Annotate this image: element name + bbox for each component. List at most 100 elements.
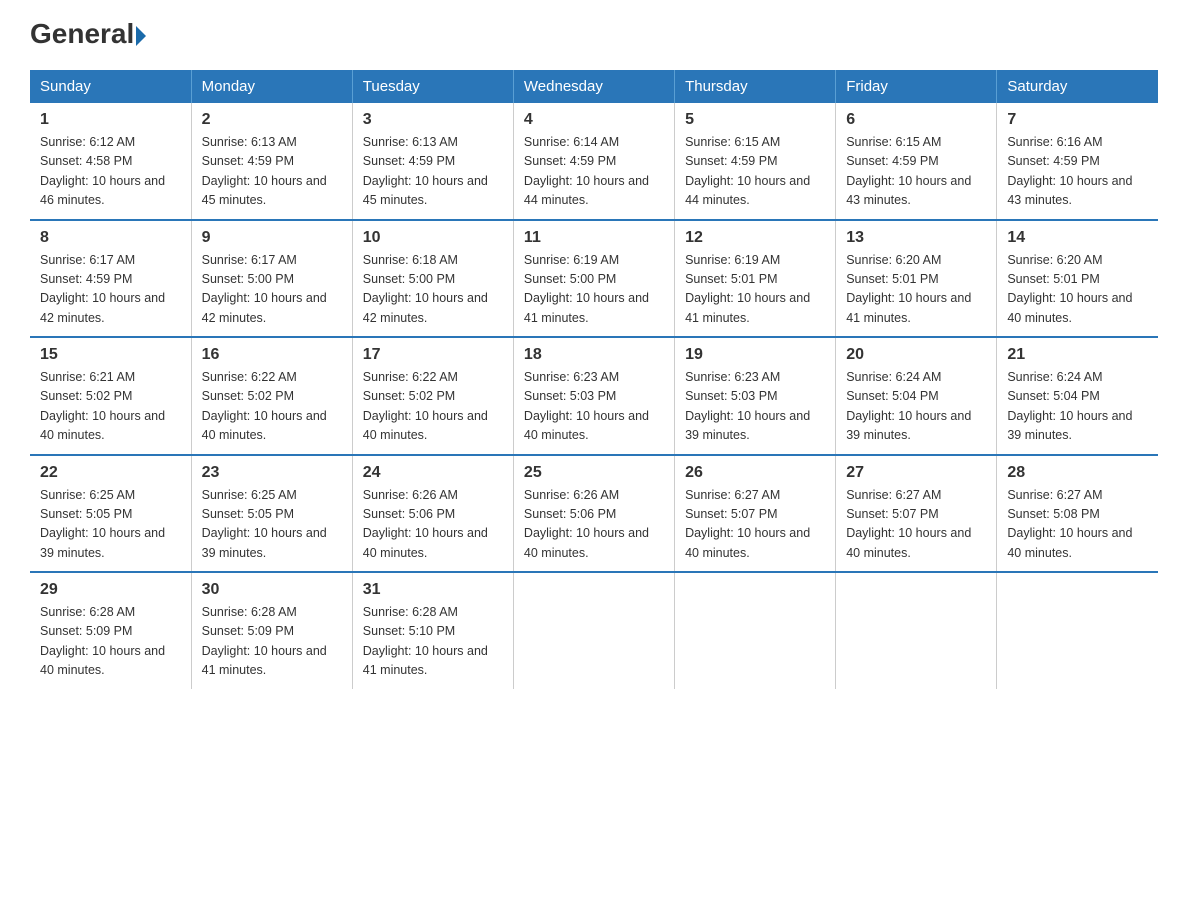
day-number: 21 [1007, 346, 1148, 364]
calendar-cell: 25 Sunrise: 6:26 AMSunset: 5:06 PMDaylig… [513, 455, 674, 573]
day-number: 16 [202, 346, 342, 364]
day-number: 5 [685, 111, 825, 129]
day-number: 24 [363, 464, 503, 482]
day-info: Sunrise: 6:14 AMSunset: 4:59 PMDaylight:… [524, 135, 649, 207]
calendar-cell: 15 Sunrise: 6:21 AMSunset: 5:02 PMDaylig… [30, 337, 191, 455]
day-info: Sunrise: 6:20 AMSunset: 5:01 PMDaylight:… [1007, 253, 1132, 325]
weekday-header-tuesday: Tuesday [352, 70, 513, 103]
day-info: Sunrise: 6:23 AMSunset: 5:03 PMDaylight:… [685, 370, 810, 442]
day-info: Sunrise: 6:17 AMSunset: 4:59 PMDaylight:… [40, 253, 165, 325]
calendar-cell: 30 Sunrise: 6:28 AMSunset: 5:09 PMDaylig… [191, 572, 352, 689]
day-number: 18 [524, 346, 664, 364]
calendar-cell: 29 Sunrise: 6:28 AMSunset: 5:09 PMDaylig… [30, 572, 191, 689]
day-number: 11 [524, 229, 664, 247]
weekday-header-row: SundayMondayTuesdayWednesdayThursdayFrid… [30, 70, 1158, 103]
calendar-week-row: 8 Sunrise: 6:17 AMSunset: 4:59 PMDayligh… [30, 220, 1158, 338]
calendar-cell [836, 572, 997, 689]
calendar-cell: 23 Sunrise: 6:25 AMSunset: 5:05 PMDaylig… [191, 455, 352, 573]
weekday-header-friday: Friday [836, 70, 997, 103]
day-info: Sunrise: 6:20 AMSunset: 5:01 PMDaylight:… [846, 253, 971, 325]
day-number: 29 [40, 581, 181, 599]
day-info: Sunrise: 6:13 AMSunset: 4:59 PMDaylight:… [363, 135, 488, 207]
day-number: 12 [685, 229, 825, 247]
day-info: Sunrise: 6:19 AMSunset: 5:00 PMDaylight:… [524, 253, 649, 325]
day-number: 26 [685, 464, 825, 482]
calendar-week-row: 15 Sunrise: 6:21 AMSunset: 5:02 PMDaylig… [30, 337, 1158, 455]
weekday-header-saturday: Saturday [997, 70, 1158, 103]
calendar-cell: 10 Sunrise: 6:18 AMSunset: 5:00 PMDaylig… [352, 220, 513, 338]
day-number: 20 [846, 346, 986, 364]
logo-general: General [30, 20, 146, 48]
day-info: Sunrise: 6:25 AMSunset: 5:05 PMDaylight:… [40, 488, 165, 560]
day-number: 8 [40, 229, 181, 247]
day-info: Sunrise: 6:15 AMSunset: 4:59 PMDaylight:… [846, 135, 971, 207]
calendar-cell: 13 Sunrise: 6:20 AMSunset: 5:01 PMDaylig… [836, 220, 997, 338]
calendar-cell: 12 Sunrise: 6:19 AMSunset: 5:01 PMDaylig… [675, 220, 836, 338]
day-number: 13 [846, 229, 986, 247]
weekday-header-monday: Monday [191, 70, 352, 103]
calendar-cell: 5 Sunrise: 6:15 AMSunset: 4:59 PMDayligh… [675, 103, 836, 220]
weekday-header-thursday: Thursday [675, 70, 836, 103]
calendar-cell [675, 572, 836, 689]
calendar-cell: 4 Sunrise: 6:14 AMSunset: 4:59 PMDayligh… [513, 103, 674, 220]
calendar-cell: 8 Sunrise: 6:17 AMSunset: 4:59 PMDayligh… [30, 220, 191, 338]
day-number: 4 [524, 111, 664, 129]
day-info: Sunrise: 6:24 AMSunset: 5:04 PMDaylight:… [846, 370, 971, 442]
day-info: Sunrise: 6:27 AMSunset: 5:07 PMDaylight:… [846, 488, 971, 560]
calendar-cell: 7 Sunrise: 6:16 AMSunset: 4:59 PMDayligh… [997, 103, 1158, 220]
day-info: Sunrise: 6:22 AMSunset: 5:02 PMDaylight:… [202, 370, 327, 442]
day-info: Sunrise: 6:13 AMSunset: 4:59 PMDaylight:… [202, 135, 327, 207]
calendar-cell: 27 Sunrise: 6:27 AMSunset: 5:07 PMDaylig… [836, 455, 997, 573]
day-number: 25 [524, 464, 664, 482]
day-info: Sunrise: 6:16 AMSunset: 4:59 PMDaylight:… [1007, 135, 1132, 207]
day-number: 30 [202, 581, 342, 599]
calendar-week-row: 29 Sunrise: 6:28 AMSunset: 5:09 PMDaylig… [30, 572, 1158, 689]
day-info: Sunrise: 6:25 AMSunset: 5:05 PMDaylight:… [202, 488, 327, 560]
calendar-cell: 26 Sunrise: 6:27 AMSunset: 5:07 PMDaylig… [675, 455, 836, 573]
calendar-cell: 31 Sunrise: 6:28 AMSunset: 5:10 PMDaylig… [352, 572, 513, 689]
day-number: 7 [1007, 111, 1148, 129]
day-number: 15 [40, 346, 181, 364]
day-number: 3 [363, 111, 503, 129]
day-info: Sunrise: 6:17 AMSunset: 5:00 PMDaylight:… [202, 253, 327, 325]
calendar-cell: 9 Sunrise: 6:17 AMSunset: 5:00 PMDayligh… [191, 220, 352, 338]
weekday-header-wednesday: Wednesday [513, 70, 674, 103]
day-number: 31 [363, 581, 503, 599]
calendar-cell: 21 Sunrise: 6:24 AMSunset: 5:04 PMDaylig… [997, 337, 1158, 455]
calendar-table: SundayMondayTuesdayWednesdayThursdayFrid… [30, 70, 1158, 689]
calendar-cell: 19 Sunrise: 6:23 AMSunset: 5:03 PMDaylig… [675, 337, 836, 455]
day-number: 2 [202, 111, 342, 129]
day-info: Sunrise: 6:15 AMSunset: 4:59 PMDaylight:… [685, 135, 810, 207]
logo: General [30, 20, 146, 50]
calendar-week-row: 1 Sunrise: 6:12 AMSunset: 4:58 PMDayligh… [30, 103, 1158, 220]
day-number: 9 [202, 229, 342, 247]
day-info: Sunrise: 6:23 AMSunset: 5:03 PMDaylight:… [524, 370, 649, 442]
day-number: 22 [40, 464, 181, 482]
day-info: Sunrise: 6:27 AMSunset: 5:08 PMDaylight:… [1007, 488, 1132, 560]
day-info: Sunrise: 6:28 AMSunset: 5:09 PMDaylight:… [40, 605, 165, 677]
day-info: Sunrise: 6:26 AMSunset: 5:06 PMDaylight:… [524, 488, 649, 560]
weekday-header-sunday: Sunday [30, 70, 191, 103]
calendar-cell: 20 Sunrise: 6:24 AMSunset: 5:04 PMDaylig… [836, 337, 997, 455]
day-info: Sunrise: 6:18 AMSunset: 5:00 PMDaylight:… [363, 253, 488, 325]
day-info: Sunrise: 6:12 AMSunset: 4:58 PMDaylight:… [40, 135, 165, 207]
day-info: Sunrise: 6:24 AMSunset: 5:04 PMDaylight:… [1007, 370, 1132, 442]
page-header: General [30, 20, 1158, 50]
day-number: 14 [1007, 229, 1148, 247]
calendar-cell: 14 Sunrise: 6:20 AMSunset: 5:01 PMDaylig… [997, 220, 1158, 338]
calendar-cell: 3 Sunrise: 6:13 AMSunset: 4:59 PMDayligh… [352, 103, 513, 220]
day-number: 6 [846, 111, 986, 129]
day-info: Sunrise: 6:28 AMSunset: 5:10 PMDaylight:… [363, 605, 488, 677]
calendar-cell: 1 Sunrise: 6:12 AMSunset: 4:58 PMDayligh… [30, 103, 191, 220]
day-info: Sunrise: 6:28 AMSunset: 5:09 PMDaylight:… [202, 605, 327, 677]
calendar-cell [513, 572, 674, 689]
calendar-cell: 22 Sunrise: 6:25 AMSunset: 5:05 PMDaylig… [30, 455, 191, 573]
calendar-cell: 24 Sunrise: 6:26 AMSunset: 5:06 PMDaylig… [352, 455, 513, 573]
day-number: 1 [40, 111, 181, 129]
day-number: 17 [363, 346, 503, 364]
calendar-week-row: 22 Sunrise: 6:25 AMSunset: 5:05 PMDaylig… [30, 455, 1158, 573]
calendar-cell: 17 Sunrise: 6:22 AMSunset: 5:02 PMDaylig… [352, 337, 513, 455]
calendar-cell: 2 Sunrise: 6:13 AMSunset: 4:59 PMDayligh… [191, 103, 352, 220]
day-number: 28 [1007, 464, 1148, 482]
calendar-cell: 16 Sunrise: 6:22 AMSunset: 5:02 PMDaylig… [191, 337, 352, 455]
